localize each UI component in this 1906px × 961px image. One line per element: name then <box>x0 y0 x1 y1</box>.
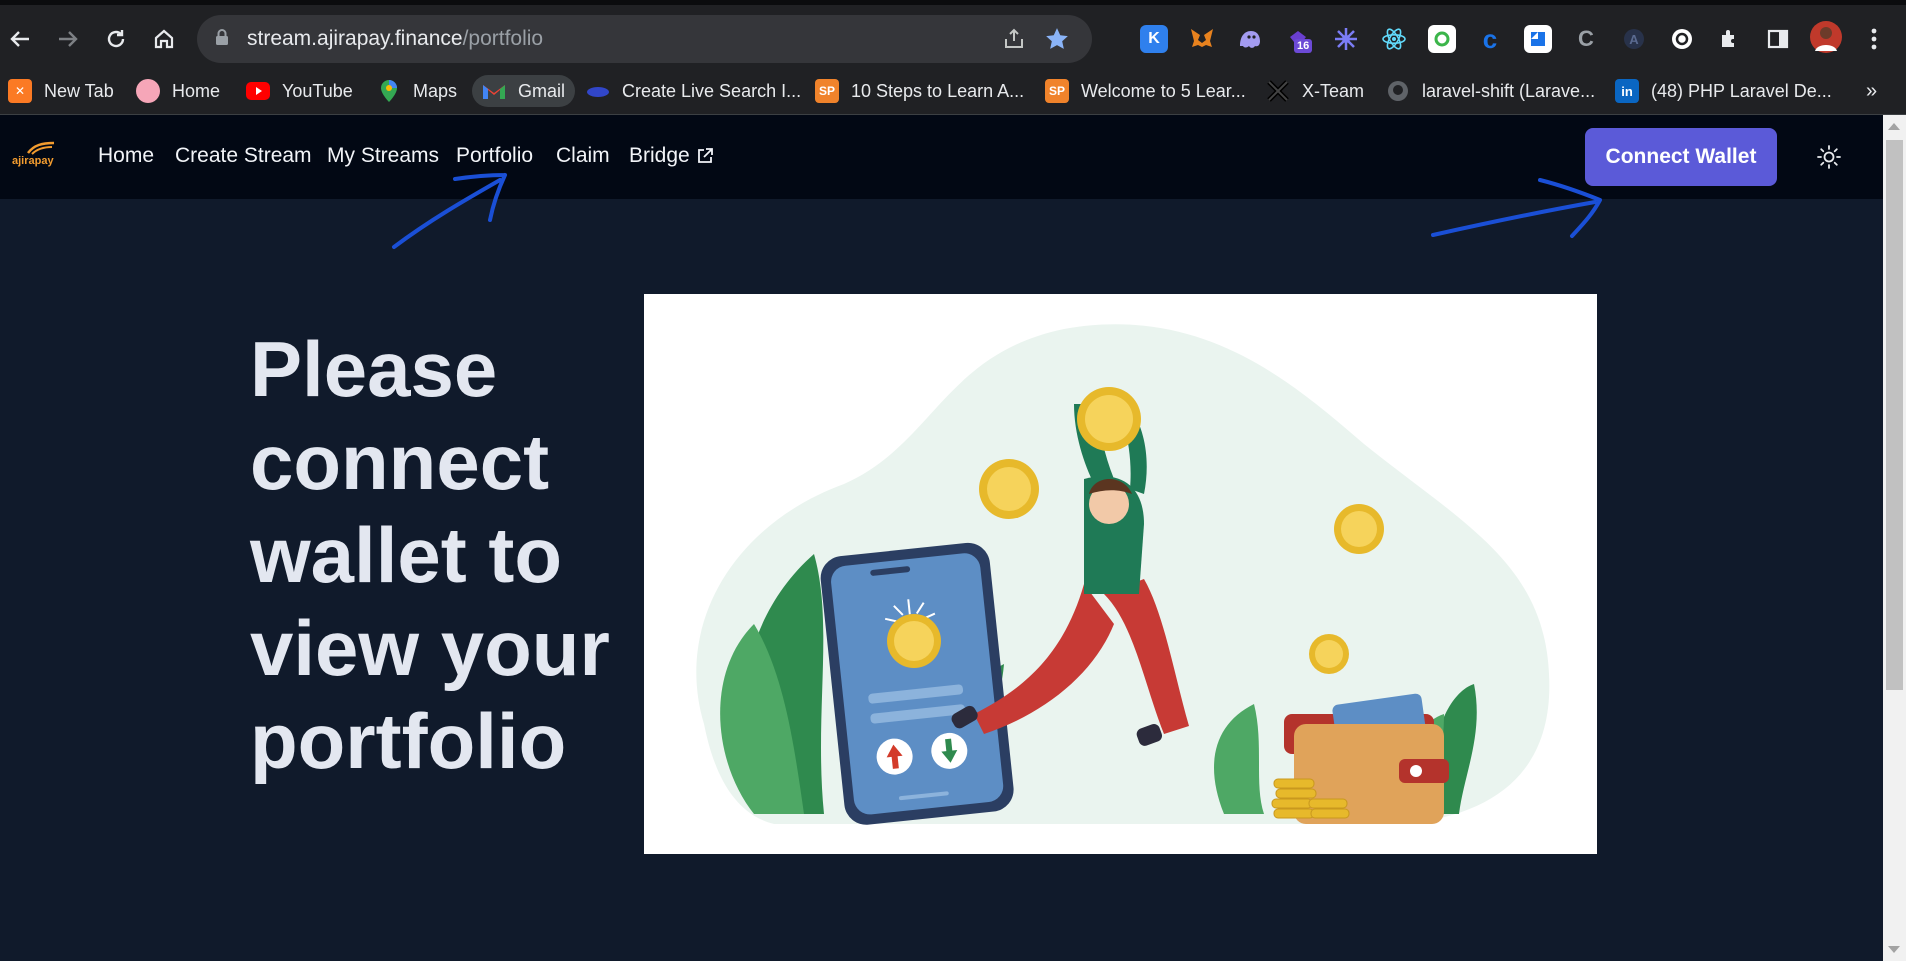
back-arrow-icon <box>10 31 29 47</box>
bookmark-gmail[interactable]: Gmail <box>472 75 576 107</box>
connect-wallet-button[interactable]: Connect Wallet <box>1585 128 1777 186</box>
gmail-icon <box>482 79 506 103</box>
bookmark-create-live-search[interactable]: Create Live Search I... <box>586 75 801 107</box>
blue-doc-extension-icon[interactable] <box>1524 25 1552 53</box>
github-icon <box>1386 79 1410 103</box>
profile-avatar[interactable] <box>1810 21 1842 53</box>
page-scrollbar[interactable] <box>1883 115 1906 961</box>
nav-claim[interactable]: Claim <box>556 144 610 168</box>
browser-menu-icon[interactable] <box>1860 25 1888 53</box>
c-extension-icon[interactable]: c <box>1476 24 1504 54</box>
hero-illustration <box>644 294 1597 854</box>
forward-arrow-icon <box>59 31 78 47</box>
bookmark-laravel-shift[interactable]: laravel-shift (Larave... <box>1386 75 1595 107</box>
forward-button[interactable] <box>48 19 88 59</box>
reload-icon <box>107 30 125 48</box>
bookmark-x-team[interactable]: X-Team <box>1266 75 1364 107</box>
external-link-icon <box>697 148 713 163</box>
nav-create-stream[interactable]: Create Stream <box>175 144 312 168</box>
nav-portfolio[interactable]: Portfolio <box>456 144 533 168</box>
bookmarks-overflow-button[interactable]: » <box>1866 75 1877 107</box>
bookmarks-bar: ✕ New Tab Home YouTube Maps Gmail Create… <box>0 68 1906 115</box>
sun-theme-toggle-icon[interactable] <box>1816 144 1842 170</box>
bookmark-new-tab[interactable]: ✕ New Tab <box>8 75 114 107</box>
bookmark-youtube[interactable]: YouTube <box>246 75 353 107</box>
nav-home[interactable]: Home <box>98 144 154 168</box>
logo-swoosh-icon <box>27 141 55 155</box>
bookmark-php-laravel[interactable]: in (48) PHP Laravel De... <box>1615 75 1832 107</box>
back-button[interactable] <box>0 19 40 59</box>
address-bar[interactable]: stream.ajirapay.finance/portfolio <box>197 15 1092 63</box>
x-icon <box>1266 79 1290 103</box>
linkedin-icon: in <box>1615 79 1639 103</box>
reload-button[interactable] <box>96 19 136 59</box>
lock-icon <box>216 29 228 45</box>
a-extension-icon[interactable]: A <box>1620 25 1648 53</box>
green-extension-icon[interactable] <box>1428 25 1456 53</box>
sp-icon: SP <box>815 79 839 103</box>
svg-text:A: A <box>1629 32 1639 47</box>
home-icon <box>154 29 174 49</box>
nav-my-streams[interactable]: My Streams <box>327 144 439 168</box>
maps-icon <box>377 79 401 103</box>
scroll-down-icon[interactable] <box>1888 946 1900 953</box>
bookmark-maps[interactable]: Maps <box>377 75 457 107</box>
browser-toolbar: stream.ajirapay.finance/portfolio K 16 c… <box>0 0 1906 68</box>
sp-icon: SP <box>1045 79 1069 103</box>
ajirapay-logo[interactable]: ajirapay <box>12 141 55 175</box>
react-devtools-icon[interactable] <box>1380 25 1408 53</box>
cloud-icon <box>586 79 610 103</box>
bookmark-home[interactable]: Home <box>136 75 220 107</box>
share-icon[interactable] <box>1002 27 1026 51</box>
youtube-icon <box>246 79 270 103</box>
ghost-extension-icon[interactable] <box>1236 25 1264 53</box>
metamask-icon[interactable] <box>1188 25 1216 53</box>
bookmark-star-icon[interactable] <box>1044 26 1070 52</box>
site-navbar: ajirapay Home Create Stream My Streams P… <box>0 115 1883 199</box>
extension-badge-icon[interactable]: 16 <box>1284 25 1313 53</box>
url-text: stream.ajirapay.finance/portfolio <box>247 27 544 50</box>
k-extension-icon[interactable]: K <box>1140 25 1168 53</box>
bookmark-welcome[interactable]: SP Welcome to 5 Lear... <box>1045 75 1246 107</box>
pig-icon <box>136 79 160 103</box>
sparkle-extension-icon[interactable] <box>1332 25 1360 53</box>
bookmark-10-steps[interactable]: SP 10 Steps to Learn A... <box>815 75 1024 107</box>
connect-wallet-message: Please connect wallet to view your portf… <box>250 325 610 785</box>
puzzle-extensions-icon[interactable] <box>1716 25 1744 53</box>
home-button[interactable] <box>144 19 184 59</box>
crypto-wallet-illustration <box>696 324 1550 825</box>
circle-extension-icon[interactable] <box>1668 25 1696 53</box>
nav-bridge[interactable]: Bridge <box>629 144 714 168</box>
xampp-icon: ✕ <box>8 79 32 103</box>
scroll-up-icon[interactable] <box>1888 123 1900 130</box>
scrollbar-thumb[interactable] <box>1886 140 1903 690</box>
gray-c-extension-icon[interactable]: C <box>1572 25 1600 53</box>
side-panel-icon[interactable] <box>1764 25 1792 53</box>
nav-bridge-label: Bridge <box>629 144 690 167</box>
